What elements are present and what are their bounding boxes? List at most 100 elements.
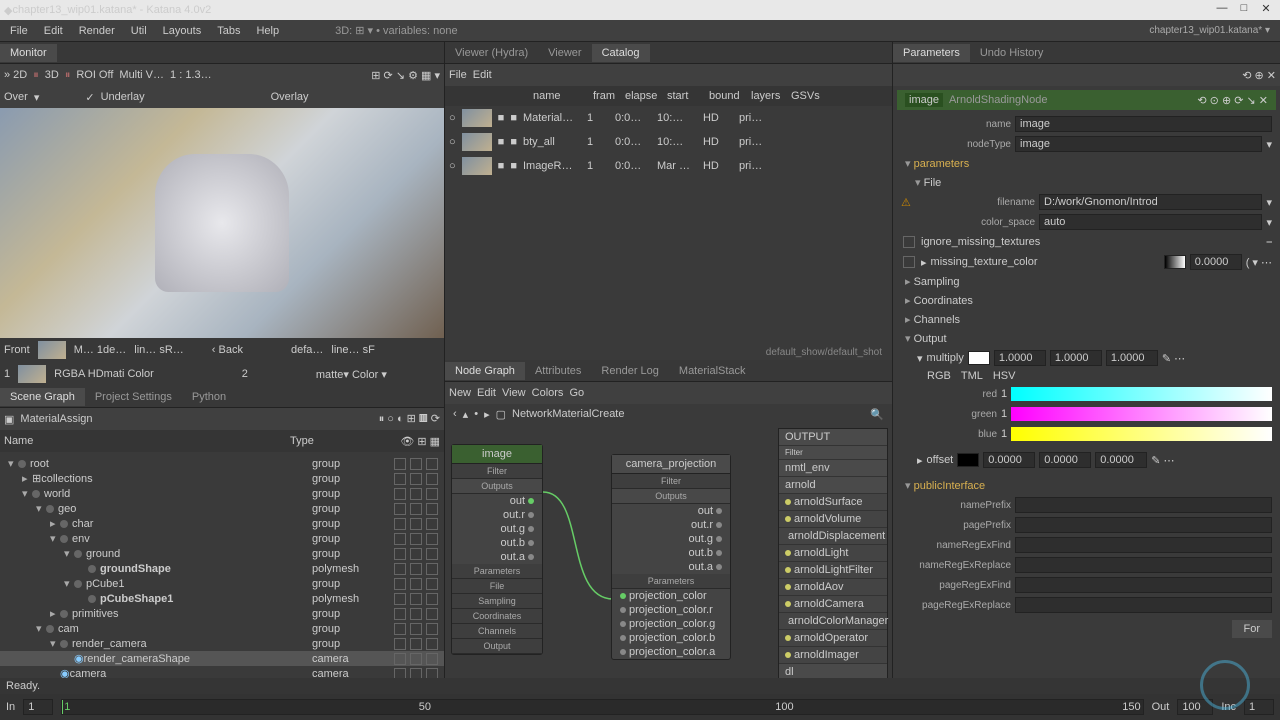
ng-go[interactable]: Go xyxy=(569,387,584,399)
ng-new[interactable]: New xyxy=(449,387,471,399)
strip-thumb-1[interactable] xyxy=(38,341,66,359)
tree-row[interactable]: ▸primitivesgroup xyxy=(0,606,444,621)
timeline-track[interactable]: 1 50 100 150 xyxy=(61,699,1143,715)
output-port[interactable]: arnoldLightFilter xyxy=(779,562,887,579)
close-button[interactable]: ✕ xyxy=(1256,2,1276,18)
strip-back[interactable]: ‹ Back xyxy=(212,344,243,356)
tree-row[interactable]: ▾camgroup xyxy=(0,621,444,636)
tree-row[interactable]: groundShapepolymesh xyxy=(0,561,444,576)
node-image[interactable]: image Filter Outputs out out.r out.g out… xyxy=(451,444,543,655)
maximize-button[interactable]: □ xyxy=(1234,2,1254,18)
monitor-viewport[interactable] xyxy=(0,108,444,338)
tab-undo-history[interactable]: Undo History xyxy=(970,44,1054,62)
catalog-row[interactable]: ○■■bty_all10:0…10:…HDpri… xyxy=(445,130,892,154)
tab-materialstack[interactable]: MaterialStack xyxy=(669,362,756,380)
monitor-underlay[interactable]: Underlay xyxy=(101,91,145,103)
output-port[interactable]: arnoldCamera xyxy=(779,596,887,613)
rgb-tab-tml[interactable]: TML xyxy=(961,370,983,382)
section-sampling[interactable]: Sampling xyxy=(897,272,1276,291)
output-port[interactable]: arnoldImager xyxy=(779,647,887,664)
tab-catalog[interactable]: Catalog xyxy=(592,44,650,62)
section-output[interactable]: Output xyxy=(897,329,1276,348)
menu-help[interactable]: Help xyxy=(250,23,285,39)
tree-row[interactable]: ▾pCube1group xyxy=(0,576,444,591)
tree-row[interactable]: pCubeShape1polymesh xyxy=(0,591,444,606)
scenegraph-tree[interactable]: ▾rootgroup▸⊞collectionsgroup▾worldgroup▾… xyxy=(0,452,444,678)
section-file[interactable]: File xyxy=(897,173,1276,192)
tab-viewer[interactable]: Viewer xyxy=(538,44,591,62)
tab-project-settings[interactable]: Project Settings xyxy=(85,388,182,406)
slider-red[interactable] xyxy=(1011,387,1272,401)
strip-thumb-2[interactable] xyxy=(18,365,46,383)
ng-colors[interactable]: Colors xyxy=(532,387,564,399)
col-name[interactable]: Name xyxy=(4,435,284,447)
nodegraph-canvas[interactable]: image Filter Outputs out out.r out.g out… xyxy=(445,424,892,678)
menubar-file-indicator[interactable]: chapter13_wip01.katana* ▾ xyxy=(1143,23,1276,38)
monitor-3d[interactable]: 3D xyxy=(45,69,59,81)
monitor-roi[interactable]: ROI Off xyxy=(76,69,113,81)
menu-file[interactable]: File xyxy=(4,23,34,39)
param-name-input[interactable] xyxy=(1015,116,1272,132)
catalog-row[interactable]: ○■■ImageR…10:0…Mar …HDpri… xyxy=(445,154,892,178)
minimize-button[interactable]: — xyxy=(1212,2,1232,18)
menu-render[interactable]: Render xyxy=(73,23,121,39)
monitor-overlay[interactable]: Overlay xyxy=(271,91,309,103)
menu-layouts[interactable]: Layouts xyxy=(157,23,208,39)
col-type[interactable]: Type xyxy=(290,435,314,447)
tree-row[interactable]: ▾groundgroup xyxy=(0,546,444,561)
tree-row[interactable]: ▾rootgroup xyxy=(0,456,444,471)
tab-viewer-hydra[interactable]: Viewer (Hydra) xyxy=(445,44,538,62)
ng-edit[interactable]: Edit xyxy=(477,387,496,399)
tree-row[interactable]: ◉render_cameraShapecamera xyxy=(0,651,444,666)
scenegraph-tools[interactable]: ⏸ ○ ◐ ⊞ ▦ ⟳ xyxy=(379,412,440,426)
tab-parameters[interactable]: Parameters xyxy=(893,44,970,62)
tree-row[interactable]: ▾geogroup xyxy=(0,501,444,516)
menu-edit[interactable]: Edit xyxy=(38,23,69,39)
nodegraph-output-panel[interactable]: OUTPUT Filter nmtl_env arnold arnoldSurf… xyxy=(778,428,888,678)
tree-row[interactable]: ▾worldgroup xyxy=(0,486,444,501)
col-icons[interactable]: 👁 ⊞ ▦ xyxy=(400,435,440,448)
output-port[interactable]: arnoldDisplacement xyxy=(779,528,887,545)
tab-nodegraph[interactable]: Node Graph xyxy=(445,362,525,380)
param-filename-input[interactable] xyxy=(1039,194,1262,210)
menu-tabs[interactable]: Tabs xyxy=(211,23,246,39)
monitor-zoom[interactable]: 1 : 1.3… xyxy=(170,69,212,81)
checkbox-missing-color[interactable] xyxy=(903,256,915,268)
tree-row[interactable]: ▾render_cameragroup xyxy=(0,636,444,651)
section-coordinates[interactable]: Coordinates xyxy=(897,291,1276,310)
slider-green[interactable] xyxy=(1011,407,1272,421)
param-mtc-value[interactable] xyxy=(1190,254,1242,270)
nodegraph-breadcrumb[interactable]: ‹▴•▸▢ NetworkMaterialCreate 🔍 xyxy=(445,404,892,424)
monitor-mode[interactable]: Over xyxy=(4,91,28,103)
catalog-body[interactable]: ○■■Material…10:0…10:…HDpri…○■■bty_all10:… xyxy=(445,106,892,360)
tab-attributes[interactable]: Attributes xyxy=(525,362,591,380)
catalog-file[interactable]: File xyxy=(449,69,467,81)
output-port[interactable]: arnoldLight xyxy=(779,545,887,562)
timeline[interactable]: In 1 50 100 150 Out Inc xyxy=(0,694,1280,720)
tree-row[interactable]: ▾envgroup xyxy=(0,531,444,546)
tree-row[interactable]: ◉cameracamera xyxy=(0,666,444,678)
param-node-header[interactable]: image ArnoldShadingNode ⟲ ⊙ ⊕ ⟳ ↘ ✕ xyxy=(897,90,1276,110)
monitor-2d[interactable]: » 2D xyxy=(4,69,27,81)
tree-row[interactable]: ▸chargroup xyxy=(0,516,444,531)
parameters-body[interactable]: image ArnoldShadingNode ⟲ ⊙ ⊕ ⟳ ↘ ✕ name… xyxy=(893,86,1280,678)
tab-python[interactable]: Python xyxy=(182,388,236,406)
tree-row[interactable]: ▸⊞collectionsgroup xyxy=(0,471,444,486)
section-parameters[interactable]: parameters xyxy=(897,154,1276,173)
param-colorspace-input[interactable] xyxy=(1039,214,1262,230)
monitor-tools-right[interactable]: ⊞ ⟳ ↘ ⚙ ▦ ▾ xyxy=(371,69,440,82)
ng-view[interactable]: View xyxy=(502,387,526,399)
force-button[interactable]: For xyxy=(1232,620,1273,638)
section-channels[interactable]: Channels xyxy=(897,310,1276,329)
catalog-row[interactable]: ○■■Material…10:0…10:…HDpri… xyxy=(445,106,892,130)
scenegraph-current[interactable]: MaterialAssign xyxy=(20,413,92,425)
output-port[interactable]: arnoldAov xyxy=(779,579,887,596)
search-icon[interactable]: 🔍 xyxy=(870,408,884,421)
checkbox-ignore-missing[interactable] xyxy=(903,236,915,248)
node-camera-projection[interactable]: camera_projection Filter Outputs out out… xyxy=(611,454,731,660)
rgb-tab-hsv[interactable]: HSV xyxy=(993,370,1016,382)
menu-util[interactable]: Util xyxy=(125,23,153,39)
tab-renderlog[interactable]: Render Log xyxy=(591,362,669,380)
catalog-edit[interactable]: Edit xyxy=(473,69,492,81)
output-port[interactable]: arnoldSurface xyxy=(779,494,887,511)
